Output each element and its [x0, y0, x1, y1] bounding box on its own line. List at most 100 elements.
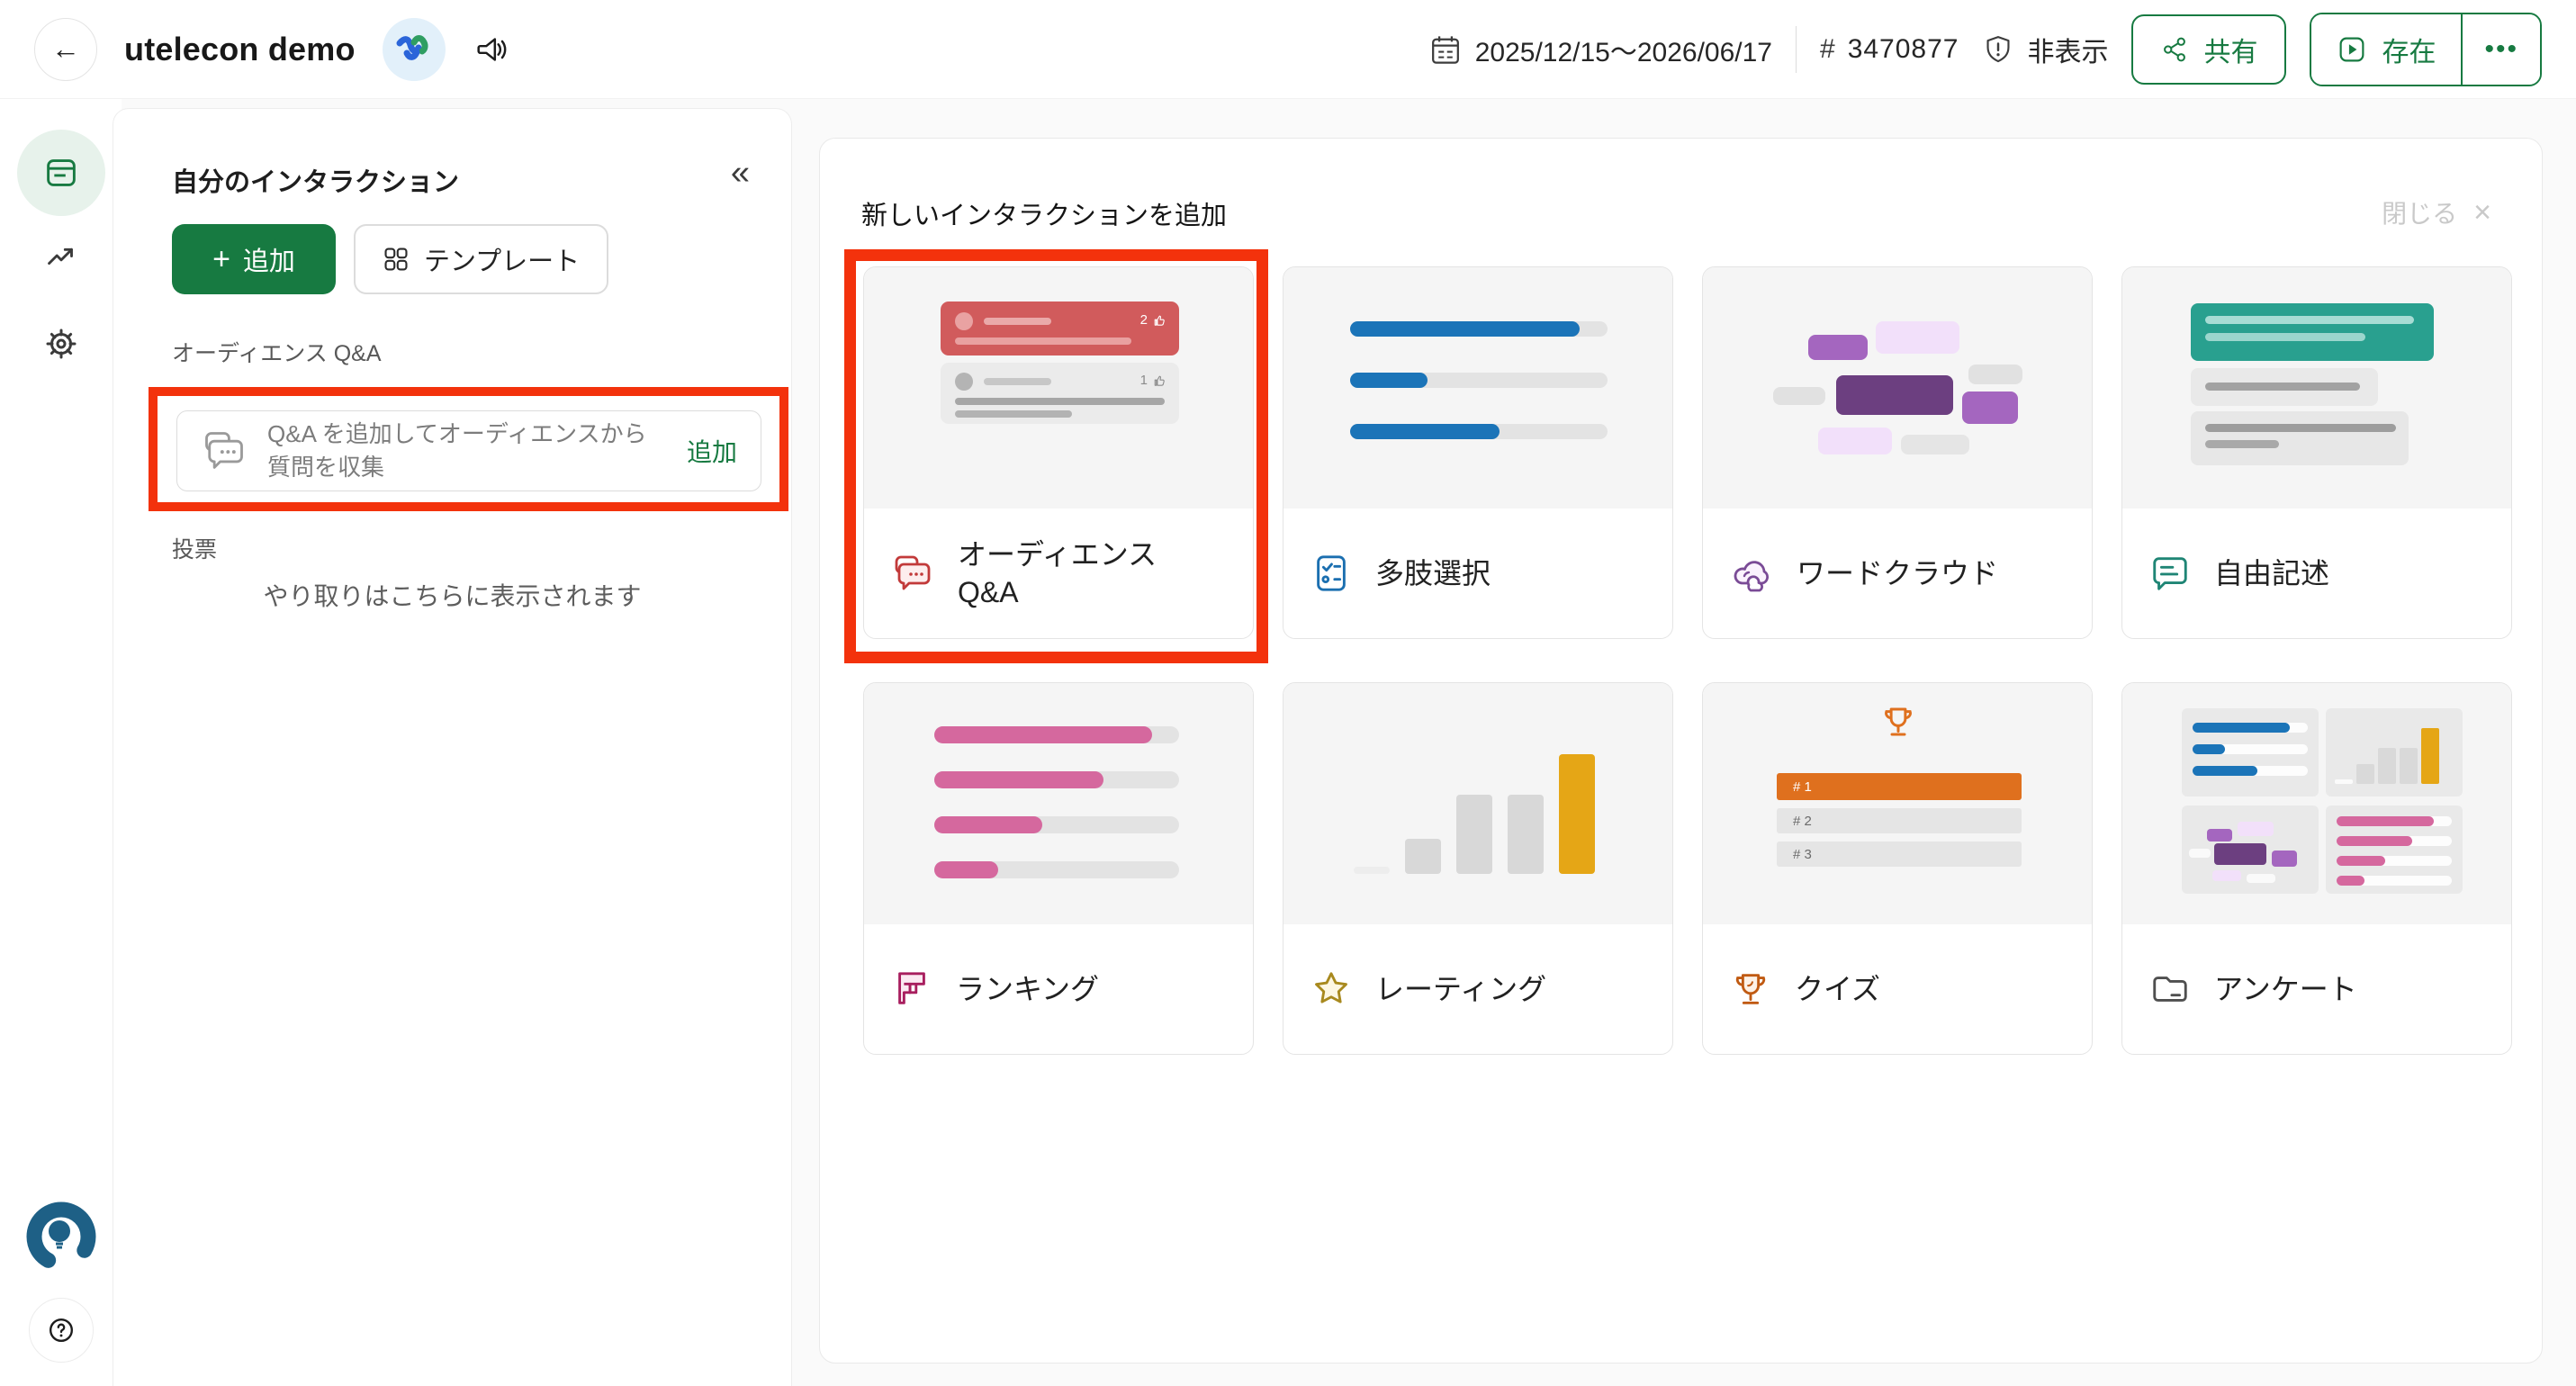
multiple-choice-illustration: [1283, 267, 1672, 508]
card-label: ワードクラウド: [1797, 554, 1998, 592]
more-options-button[interactable]: •••: [2463, 14, 2540, 85]
card-ranking[interactable]: ランキング: [863, 682, 1254, 1055]
card-label-row: ランキング: [864, 924, 1253, 1054]
event-title: utelecon demo: [124, 31, 356, 68]
close-label: 閉じる: [2382, 194, 2457, 230]
card-label: ランキング: [956, 970, 1099, 1008]
share-button[interactable]: 共有: [2131, 14, 2286, 85]
qa-section-label: オーディエンス Q&A: [172, 336, 382, 368]
gear-icon: [40, 322, 83, 365]
hidden-status[interactable]: 非表示: [1982, 30, 2108, 69]
add-interaction-button[interactable]: + 追加: [172, 224, 336, 294]
rail-analytics-item[interactable]: [41, 236, 82, 277]
rail-interactions-item[interactable]: [17, 130, 105, 216]
star-icon: [1311, 968, 1352, 1010]
card-label-row: アンケート: [2122, 924, 2511, 1054]
help-button[interactable]: [29, 1298, 94, 1363]
survey-illustration: [2122, 683, 2511, 924]
card-label-row: 自由記述: [2122, 508, 2511, 638]
qa-upvote-count-top: 2: [1140, 312, 1148, 328]
slido-app: ← utelecon demo: [0, 0, 2576, 1386]
card-open-text[interactable]: 自由記述: [2121, 266, 2512, 639]
open-text-icon: [2149, 553, 2191, 594]
more-icon: •••: [2484, 34, 2518, 65]
thumbs-up-icon: [1153, 374, 1166, 387]
interactions-icon: [41, 152, 82, 194]
card-multiple-choice[interactable]: 多肢選択: [1283, 266, 1673, 639]
templates-button[interactable]: テンプレート: [354, 224, 608, 294]
trophy-illustration-icon: [1879, 703, 1917, 741]
collapse-sidebar-button[interactable]: «: [731, 154, 750, 193]
qa-promo-text: Q&A を追加してオーディエンスから質問を収集: [267, 418, 654, 484]
close-icon: ×: [2473, 197, 2491, 228]
play-square-icon: [2337, 34, 2367, 65]
event-code[interactable]: # 3470877: [1820, 34, 1959, 65]
card-label-row: レーティング: [1283, 924, 1672, 1054]
qa-upvote-count-bottom: 1: [1140, 373, 1148, 388]
sidebar-heading: 自分のインタラクション: [172, 161, 459, 199]
survey-mini-choice: [2182, 708, 2319, 796]
card-survey[interactable]: アンケート: [2121, 682, 2512, 1055]
card-audience-qa[interactable]: 2 1: [863, 266, 1254, 639]
panel-heading: 新しいインタラクションを追加: [861, 194, 1227, 232]
open-text-illustration: [2122, 267, 2511, 508]
present-button[interactable]: 存在: [2311, 14, 2461, 85]
announce-icon[interactable]: [473, 31, 510, 68]
rating-illustration: [1283, 683, 1672, 924]
card-label-row: オーディエンス Q&A: [864, 508, 1253, 638]
card-label: クイズ: [1795, 970, 1880, 1008]
header-divider: [1796, 26, 1797, 73]
qa-promo-add-link[interactable]: 追加: [687, 433, 737, 469]
back-button[interactable]: ←: [34, 18, 97, 81]
card-quiz[interactable]: # 1 # 2 # 3 クイズ: [1702, 682, 2093, 1055]
multiple-choice-icon: [1311, 553, 1352, 594]
card-label-row: 多肢選択: [1283, 508, 1672, 638]
hidden-label: 非表示: [2027, 30, 2108, 69]
quiz-rank-3: # 3: [1777, 842, 2022, 867]
share-label: 共有: [2203, 30, 2257, 69]
card-word-cloud[interactable]: ワードクラウド: [1702, 266, 2093, 639]
card-label-row: ワードクラウド: [1703, 508, 2092, 638]
trending-icon: [41, 236, 82, 277]
card-label: 多肢選択: [1375, 554, 1491, 592]
card-label: レーティング: [1375, 970, 1546, 1008]
back-arrow-icon: ←: [51, 32, 80, 66]
ranking-illustration: [864, 683, 1253, 924]
event-dates[interactable]: 2025/12/15〜2026/06/17: [1428, 30, 1772, 69]
slido-logo-icon: [20, 1195, 103, 1278]
templates-label: テンプレート: [424, 240, 580, 278]
quiz-rank-2: # 2: [1777, 808, 2022, 833]
header-right: 2025/12/15〜2026/06/17 # 3470877 非表示: [1428, 13, 2542, 86]
card-label-row: クイズ: [1703, 924, 2092, 1054]
ranking-icon: [891, 968, 932, 1010]
card-label: オーディエンス Q&A: [958, 536, 1197, 611]
close-panel-button[interactable]: 閉じる ×: [2382, 194, 2491, 230]
present-label: 存在: [2382, 30, 2436, 69]
left-rail: [0, 99, 122, 1386]
poll-section-label: 投票: [172, 532, 217, 564]
word-cloud-icon: [1730, 552, 1773, 595]
sidebar-panel: 自分のインタラクション « + 追加 テンプレート オーディエンス Q&A Q&…: [113, 108, 792, 1386]
quiz-rank-1: # 1: [1777, 773, 2022, 800]
add-label: 追加: [243, 240, 295, 278]
qa-promo-card[interactable]: Q&A を追加してオーディエンスから質問を収集 追加: [176, 410, 761, 491]
survey-mini-ranking: [2326, 806, 2463, 894]
share-icon: [2160, 35, 2189, 64]
event-code-text: 3470877: [1848, 34, 1959, 65]
card-label: 自由記述: [2214, 554, 2329, 592]
card-rating[interactable]: レーティング: [1283, 682, 1673, 1055]
trophy-icon: [1730, 968, 1771, 1010]
present-split-button: 存在 •••: [2310, 13, 2542, 86]
app-header: ← utelecon demo: [0, 0, 2576, 99]
rail-settings-item[interactable]: [40, 322, 83, 365]
survey-mini-wordcloud: [2182, 806, 2319, 894]
header-left: ← utelecon demo: [34, 18, 510, 81]
date-range-text: 2025/12/15〜2026/06/17: [1475, 30, 1772, 69]
interaction-type-grid: 2 1: [863, 266, 2512, 1055]
survey-mini-rating: [2326, 708, 2463, 796]
hash-icon: #: [1820, 34, 1835, 65]
plus-icon: +: [212, 242, 230, 277]
webex-logo-icon: [383, 18, 446, 81]
slido-logo[interactable]: [20, 1195, 103, 1278]
empty-state-message: やり取りはこちらに表示されます: [113, 577, 791, 613]
